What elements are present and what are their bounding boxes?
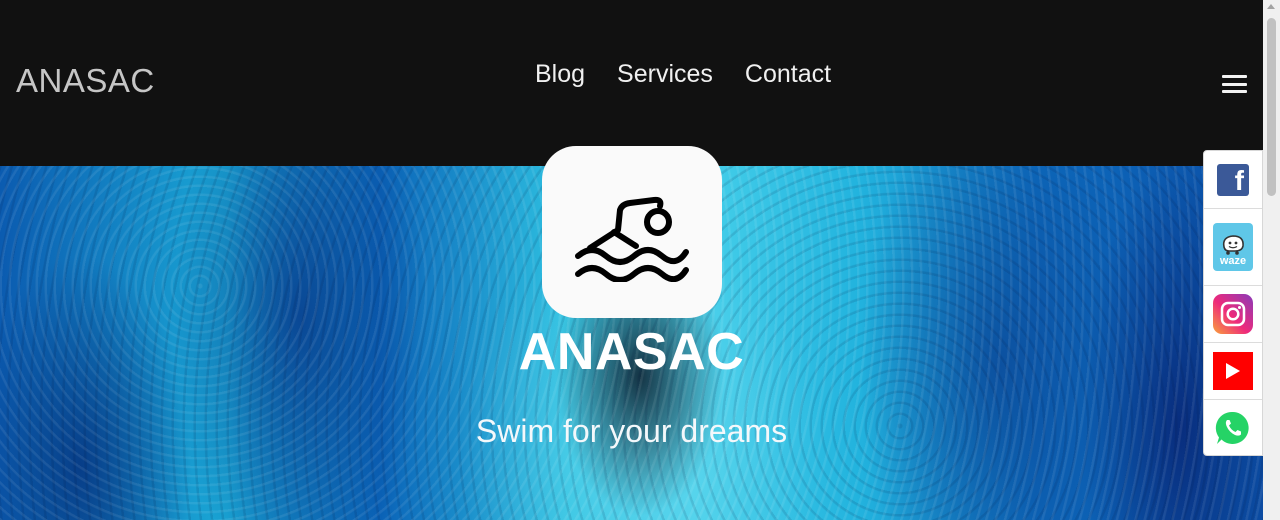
hero-tagline: Swim for your dreams — [475, 413, 788, 449]
whatsapp-icon — [1215, 411, 1249, 444]
waze-label: waze — [1219, 255, 1247, 267]
brand-link[interactable]: ANASAC — [16, 62, 155, 100]
swimmer-icon — [575, 196, 689, 282]
facebook-glyph: f — [1234, 164, 1244, 196]
page-scrollbar[interactable] — [1263, 0, 1280, 520]
facebook-link[interactable]: f — [1204, 151, 1262, 209]
main-nav: Blog Services Contact — [535, 60, 831, 89]
hamburger-menu-icon[interactable] — [1222, 75, 1247, 93]
waze-link[interactable]: waze — [1204, 209, 1262, 286]
scrollbar-thumb[interactable] — [1267, 18, 1276, 196]
facebook-icon: f — [1217, 163, 1249, 196]
hamburger-line — [1222, 90, 1247, 93]
instagram-link[interactable] — [1204, 286, 1262, 343]
nav-contact-link[interactable]: Contact — [745, 60, 831, 89]
scroll-up-arrow-icon[interactable] — [1267, 4, 1275, 9]
hero-logo-tile — [542, 146, 722, 318]
youtube-link[interactable] — [1204, 343, 1262, 400]
waze-icon: waze — [1213, 223, 1253, 271]
social-sidebar: f waze — [1203, 150, 1263, 456]
nav-blog-link[interactable]: Blog — [535, 60, 585, 89]
top-navbar: ANASAC Blog Services Contact — [0, 0, 1263, 166]
nav-services-link[interactable]: Services — [617, 60, 713, 89]
whatsapp-link[interactable] — [1204, 400, 1262, 456]
instagram-camera-glyph — [1220, 301, 1246, 327]
hero-title: ANASAC — [518, 323, 745, 381]
waze-face-glyph — [1222, 235, 1244, 255]
play-glyph — [1226, 363, 1240, 379]
youtube-icon — [1213, 352, 1253, 390]
instagram-icon — [1213, 294, 1253, 334]
hamburger-line — [1222, 75, 1247, 78]
hamburger-line — [1222, 82, 1247, 86]
